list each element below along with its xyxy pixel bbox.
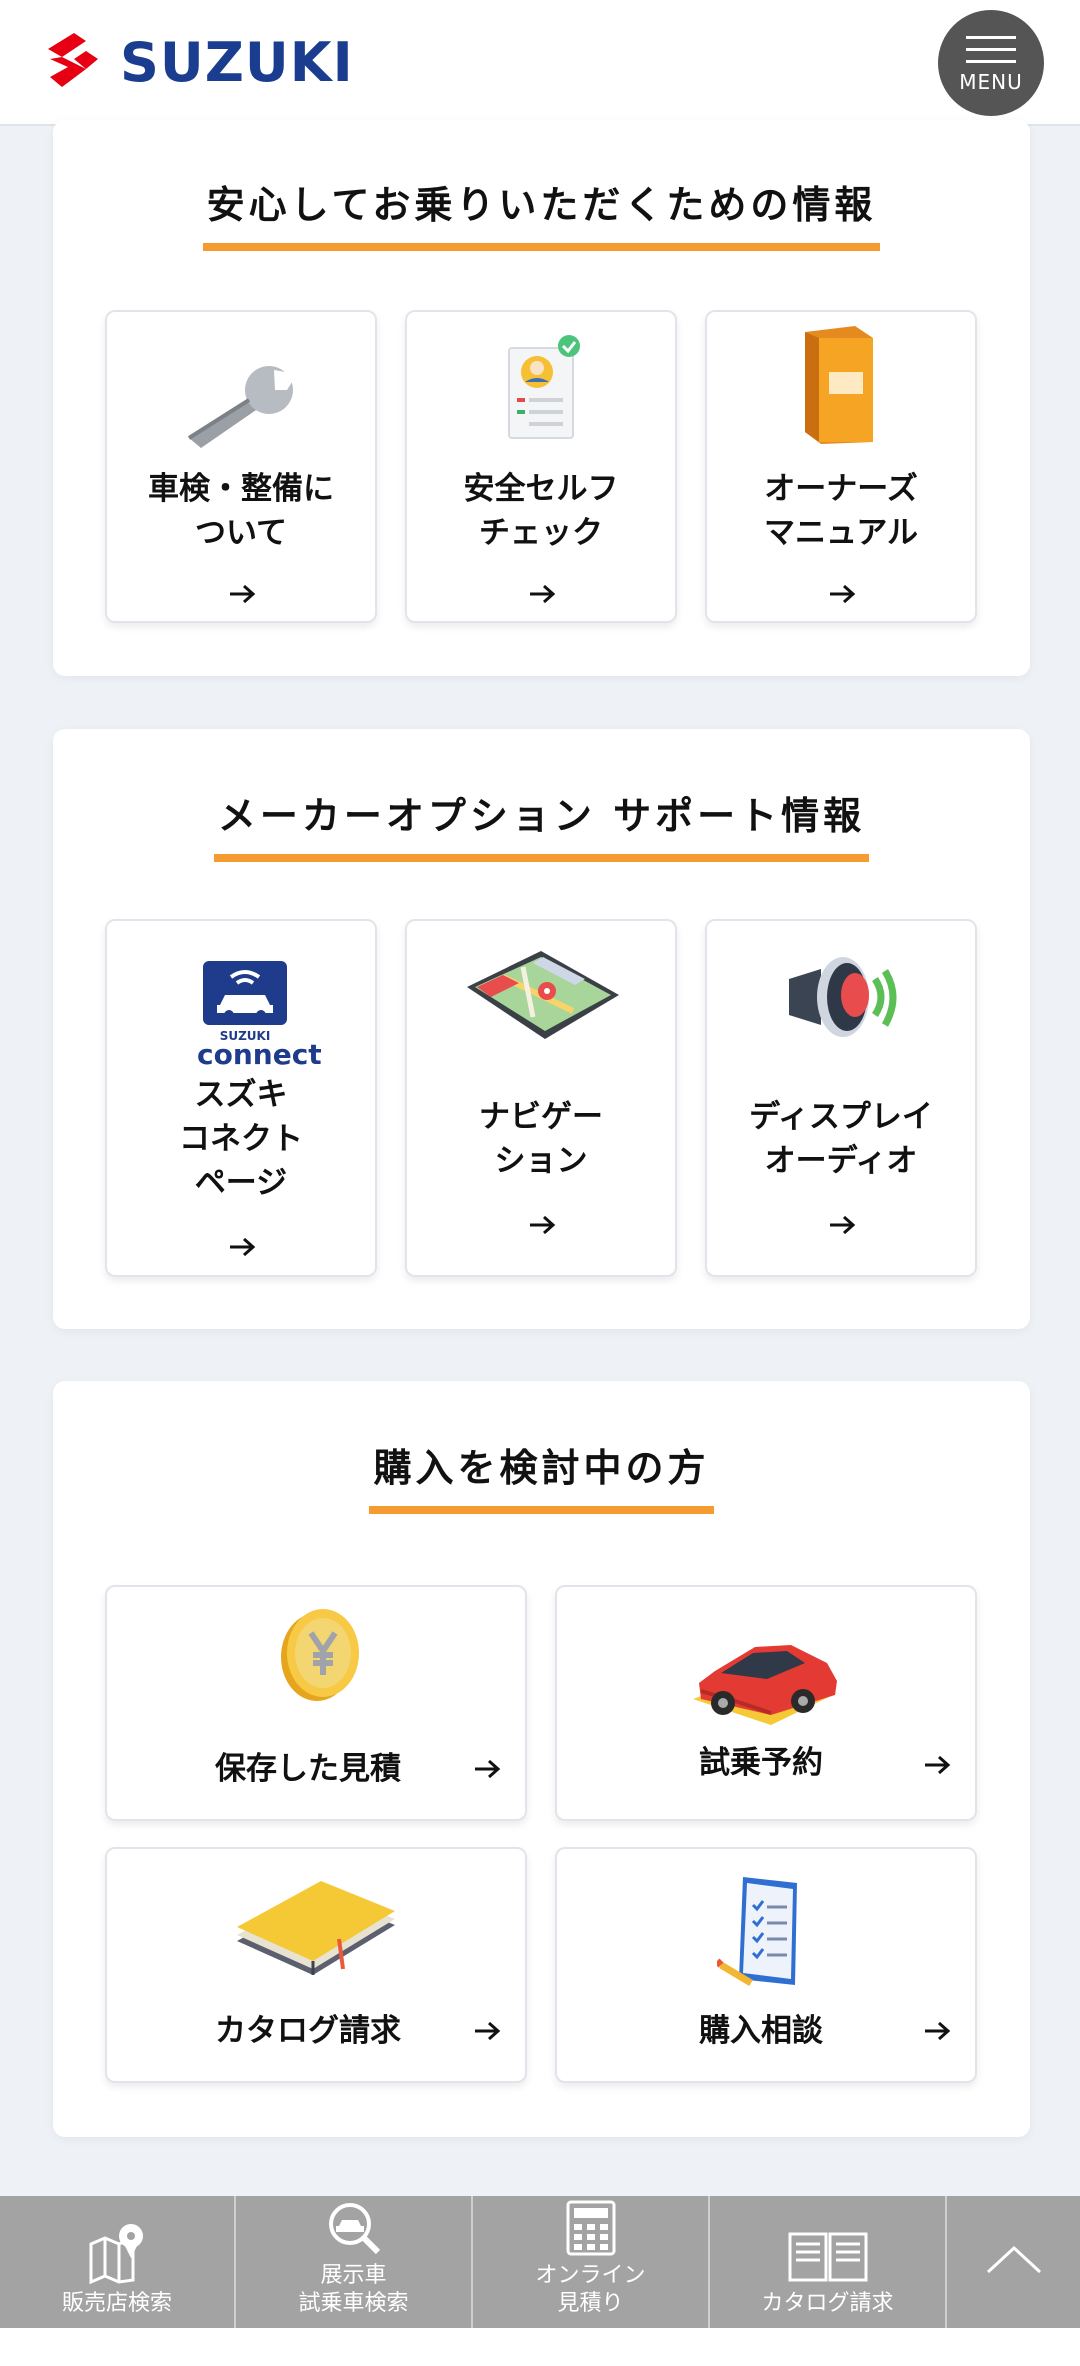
card-label-line: スズキ bbox=[194, 1077, 288, 1113]
section-maker-option-support: メーカーオプション サポート情報 SUZUKI connect スズキ コネクト… bbox=[53, 729, 1030, 1329]
section-title: 購入を検討中の方 bbox=[53, 1437, 1030, 1514]
nav-label: 展示車 bbox=[320, 2263, 387, 2288]
nav-label: カタログ請求 bbox=[761, 2291, 894, 2316]
nav-label: オンライン bbox=[535, 2263, 646, 2288]
car-search-icon bbox=[328, 2203, 380, 2255]
navigation-tablet-icon bbox=[467, 951, 619, 1039]
card-label-line: 車検・整備に bbox=[148, 471, 334, 507]
menu-label: MENU bbox=[959, 70, 1023, 94]
card-label-line: チェック bbox=[479, 515, 603, 551]
arrow-right-icon bbox=[475, 1759, 501, 1779]
card-label-line: コネクト bbox=[179, 1121, 303, 1157]
card-label-line: オーナーズ bbox=[764, 471, 918, 507]
suzuki-s-icon bbox=[48, 33, 98, 87]
arrow-right-icon bbox=[475, 2021, 501, 2041]
section-title: 安心してお乗りいただくための情報 bbox=[53, 174, 1030, 251]
card-label-line: ついて bbox=[194, 515, 288, 551]
checklist-icon bbox=[508, 335, 580, 439]
arrow-right-icon bbox=[925, 2021, 951, 2041]
calculator-icon bbox=[566, 2200, 615, 2256]
arrow-right-icon bbox=[925, 1755, 951, 1775]
catalog-book-icon bbox=[237, 1881, 395, 1975]
card-owners-manual[interactable]: オーナーズ マニュアル bbox=[705, 310, 977, 623]
card-test-drive-reservation[interactable]: 試乗予約 bbox=[555, 1585, 977, 1821]
section-title: メーカーオプション サポート情報 bbox=[53, 785, 1030, 862]
card-label: 購入相談 bbox=[699, 2013, 823, 2049]
site-header: SUZUKI MENU bbox=[0, 0, 1080, 126]
clipboard-icon bbox=[717, 1877, 797, 1987]
speaker-icon bbox=[789, 957, 897, 1037]
hamburger-icon bbox=[966, 36, 1016, 64]
wrench-icon bbox=[187, 366, 297, 448]
section-purchase-consideration: 購入を検討中の方 保存した見積 試乗予約 カタログ請求 購入相談 bbox=[53, 1381, 1030, 2137]
nav-showroom-test-car-search[interactable]: 展示車 試乗車検索 bbox=[236, 2196, 473, 2328]
suzuki-logo[interactable]: SUZUKI bbox=[40, 26, 354, 98]
card-inspection-maintenance[interactable]: 車検・整備に ついて bbox=[105, 310, 377, 623]
card-label: カタログ請求 bbox=[215, 2013, 401, 2049]
suzuki-connect-icon: SUZUKI connect bbox=[197, 961, 322, 1069]
card-navigation[interactable]: ナビゲー ション bbox=[405, 919, 677, 1277]
card-label-line: ディスプレイ bbox=[749, 1099, 933, 1135]
card-label-line: 安全セルフ bbox=[463, 471, 619, 507]
nav-label: 見積り bbox=[557, 2291, 624, 2316]
menu-button[interactable]: MENU bbox=[938, 10, 1044, 116]
card-label-line: マニュアル bbox=[763, 515, 919, 551]
card-catalog-request[interactable]: カタログ請求 bbox=[105, 1847, 527, 2083]
card-label: 保存した見積 bbox=[215, 1751, 401, 1787]
card-saved-estimate[interactable]: 保存した見積 bbox=[105, 1585, 527, 1821]
nav-dealer-search[interactable]: 販売店検索 bbox=[0, 2196, 236, 2328]
card-label: 試乗予約 bbox=[699, 1745, 823, 1781]
card-label-line: オーディオ bbox=[764, 1143, 918, 1179]
card-suzuki-connect[interactable]: SUZUKI connect スズキ コネクト ページ bbox=[105, 919, 377, 1277]
yen-coin-icon bbox=[281, 1609, 359, 1701]
bottom-nav: 販売店検索 展示車 試乗車検索 オンライン 見積り カタログ請求 bbox=[0, 2196, 1080, 2328]
card-label-line: ナビゲー bbox=[479, 1099, 603, 1135]
card-label-line: ページ bbox=[194, 1165, 288, 1201]
arrow-right-icon bbox=[830, 1215, 856, 1235]
arrow-right-icon bbox=[230, 1237, 256, 1257]
arrow-right-icon bbox=[230, 584, 256, 604]
nav-online-estimate[interactable]: オンライン 見積り bbox=[473, 2196, 710, 2328]
arrow-right-icon bbox=[530, 1215, 556, 1235]
manual-book-icon bbox=[805, 326, 873, 444]
nav-catalog-request[interactable]: カタログ請求 bbox=[710, 2196, 947, 2328]
arrow-right-icon bbox=[530, 584, 556, 604]
card-label-line: ション bbox=[494, 1143, 588, 1179]
open-book-icon bbox=[788, 2232, 867, 2282]
card-safety-self-check[interactable]: 安全セルフ チェック bbox=[405, 310, 677, 623]
scroll-to-top-button[interactable] bbox=[947, 2196, 1080, 2328]
card-display-audio[interactable]: ディスプレイ オーディオ bbox=[705, 919, 977, 1277]
nav-label: 販売店検索 bbox=[61, 2291, 172, 2316]
red-car-icon bbox=[693, 1645, 837, 1725]
card-purchase-consultation[interactable]: 購入相談 bbox=[555, 1847, 977, 2083]
map-pin-icon bbox=[89, 2224, 143, 2284]
brand-name: SUZUKI bbox=[120, 30, 354, 94]
bottom-safe-area bbox=[0, 2328, 1080, 2366]
arrow-right-icon bbox=[830, 584, 856, 604]
scroll-top-chevron-icon bbox=[986, 2245, 1041, 2274]
nav-label: 試乗車検索 bbox=[298, 2291, 409, 2316]
section-safety-info: 安心してお乗りいただくための情報 車検・整備に ついて 安全セルフ チェック オ… bbox=[53, 120, 1030, 676]
